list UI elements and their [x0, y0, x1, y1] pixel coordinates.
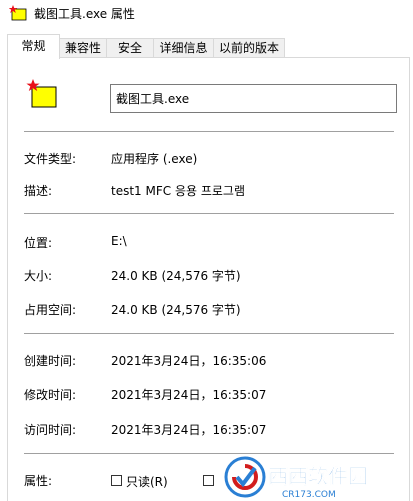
created-label: 创建时间:	[24, 354, 77, 368]
size-value: 24.0 KB (24,576 字节)	[111, 269, 241, 283]
readonly-checkbox-label[interactable]: 只读(R)	[126, 473, 168, 490]
window-title: 截图工具.exe 属性	[34, 7, 135, 21]
separator	[24, 131, 394, 132]
watermark-logo: 西西软件园 CR173.COM	[224, 456, 368, 500]
tab-compatibility[interactable]: 兼容性	[59, 38, 107, 58]
attributes-label: 属性:	[24, 474, 53, 488]
tab-details[interactable]: 详细信息	[153, 38, 214, 58]
watermark-text: 西西软件园	[268, 464, 368, 488]
location-value: E:\	[111, 234, 127, 248]
separator	[24, 333, 394, 334]
file-type-value: 应用程序 (.exe)	[111, 152, 198, 166]
separator	[24, 213, 394, 214]
size-on-disk-value: 24.0 KB (24,576 字节)	[111, 303, 241, 317]
accessed-label: 访问时间:	[24, 423, 77, 437]
modified-label: 修改时间:	[24, 388, 77, 402]
size-on-disk-label: 占用空间:	[24, 303, 77, 317]
tab-previous-versions[interactable]: 以前的版本	[213, 38, 285, 58]
app-icon	[9, 5, 27, 21]
readonly-checkbox[interactable]	[111, 475, 122, 486]
watermark-sub: CR173.COM	[282, 490, 336, 500]
tab-general[interactable]: 常规	[7, 34, 60, 59]
file-name-input[interactable]: 截图工具.exe	[110, 84, 397, 113]
size-label: 大小:	[24, 269, 53, 283]
file-type-label: 文件类型:	[24, 152, 77, 166]
tab-security[interactable]: 安全	[106, 38, 154, 58]
description-value: test1 MFC 응용 프로그램	[111, 184, 245, 198]
modified-value: 2021年3月24日，16:35:07	[111, 388, 267, 402]
created-value: 2021年3月24日，16:35:06	[111, 354, 267, 368]
file-icon	[26, 79, 57, 108]
description-label: 描述:	[24, 184, 53, 198]
title-bar: 截图工具.exe 属性	[0, 0, 413, 28]
tab-strip: 常规 兼容性 安全 详细信息 以前的版本	[0, 34, 413, 59]
location-label: 位置:	[24, 236, 53, 250]
accessed-value: 2021年3月24日，16:35:07	[111, 423, 267, 437]
